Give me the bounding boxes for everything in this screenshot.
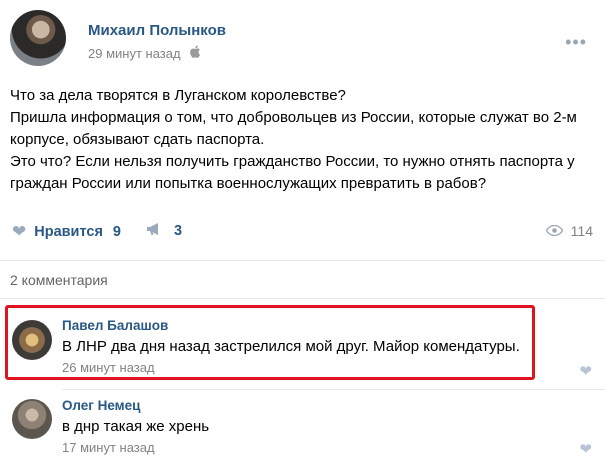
post-text-line: Пришла информация о том, что добровольце… bbox=[10, 109, 577, 126]
post-header: Михаил Полынков 29 минут назад ••• bbox=[10, 10, 595, 72]
share-count: 3 bbox=[174, 223, 183, 239]
comment-text: в днр такая же хрень bbox=[62, 418, 210, 435]
post-text-line: граждан России или попытка военнослужащи… bbox=[10, 175, 487, 192]
author-avatar[interactable] bbox=[10, 10, 66, 66]
views-count: 114 bbox=[570, 223, 593, 239]
comment-time[interactable]: 17 минут назад bbox=[62, 440, 155, 455]
heart-icon: ❤ bbox=[12, 222, 27, 241]
megaphone-icon bbox=[146, 222, 164, 236]
comments-count: 2 комментария bbox=[10, 272, 108, 288]
divider bbox=[0, 260, 605, 261]
like-count: 9 bbox=[112, 224, 121, 240]
comment-avatar[interactable] bbox=[12, 399, 52, 439]
post-actions: ❤ Нравится 9 3 114 bbox=[10, 222, 595, 248]
comment-item: Олег Немец в днр такая же хрень 17 минут… bbox=[0, 393, 600, 461]
highlight-frame bbox=[5, 305, 535, 380]
comment-like-icon[interactable]: ❤ bbox=[579, 440, 592, 458]
more-options-icon[interactable]: ••• bbox=[565, 32, 587, 53]
post-text: Что за дела творятся в Луганском королев… bbox=[10, 85, 590, 195]
share-button[interactable]: 3 bbox=[146, 222, 182, 239]
post-text-line: Это что? Если нельзя получить гражданств… bbox=[10, 153, 575, 170]
post-author-name[interactable]: Михаил Полынков bbox=[88, 22, 226, 39]
divider bbox=[62, 389, 605, 390]
divider bbox=[0, 298, 605, 299]
like-label: Нравится bbox=[34, 224, 103, 240]
eye-icon bbox=[545, 223, 563, 237]
apple-icon bbox=[190, 45, 201, 61]
like-button[interactable]: ❤ Нравится 9 bbox=[12, 222, 121, 242]
comment-author[interactable]: Олег Немец bbox=[62, 398, 140, 413]
post-time-text: 29 минут назад bbox=[88, 46, 181, 61]
post-time[interactable]: 29 минут назад bbox=[88, 45, 201, 61]
post-text-line: Что за дела творятся в Луганском королев… bbox=[10, 87, 346, 104]
post-text-line: корпусе, обязывают сдать паспорта. bbox=[10, 131, 265, 148]
views-counter: 114 bbox=[545, 223, 593, 239]
comment-like-icon[interactable]: ❤ bbox=[579, 362, 592, 380]
